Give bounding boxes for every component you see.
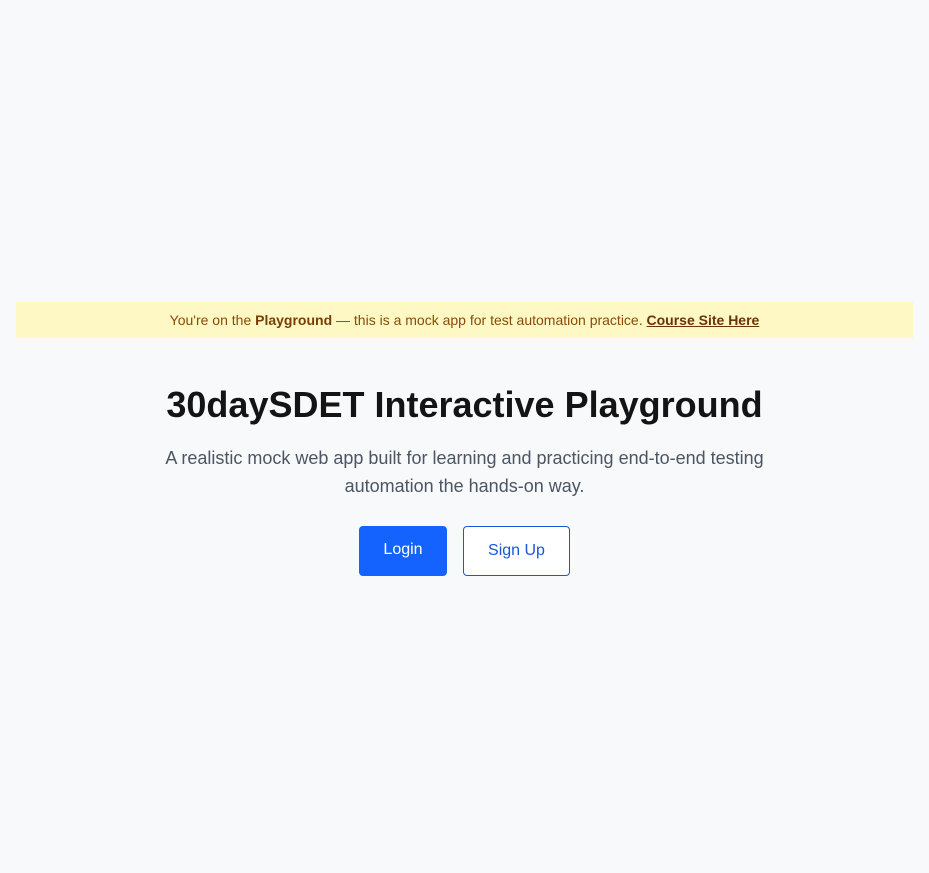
banner-highlight: Playground xyxy=(255,312,333,328)
playground-banner: You're on the Playground — this is a moc… xyxy=(16,302,913,338)
banner-middle: — this is a mock app for test automation… xyxy=(332,312,647,328)
sign-up-button[interactable]: Sign Up xyxy=(463,526,570,576)
page: You're on the Playground — this is a moc… xyxy=(0,0,929,873)
banner-prefix: You're on the xyxy=(169,312,256,328)
hero-actions: Login Sign Up xyxy=(0,526,929,576)
page-description: A realistic mock web app built for learn… xyxy=(165,448,764,496)
login-button[interactable]: Login xyxy=(359,526,447,576)
course-site-link[interactable]: Course Site Here xyxy=(647,312,760,328)
page-title: 30daySDET Interactive Playground xyxy=(166,384,763,425)
hero-section: 30daySDET Interactive Playground A reali… xyxy=(0,378,929,576)
